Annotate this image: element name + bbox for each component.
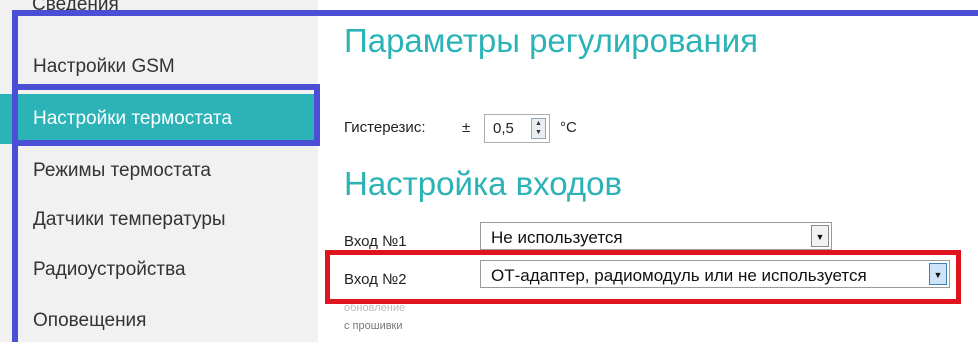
footnote-line2: с прошивки bbox=[344, 320, 403, 332]
sidebar-item-radio-devices[interactable]: Радиоустройства bbox=[0, 245, 318, 295]
input1-selected-value: Не используется bbox=[491, 228, 623, 247]
hysteresis-label: Гистерезис: bbox=[344, 119, 426, 136]
sidebar-item-label: Датчики температуры bbox=[33, 209, 226, 230]
input1-select[interactable]: Не используется ▼ bbox=[480, 222, 832, 250]
hysteresis-value[interactable]: 0,5 bbox=[493, 120, 514, 137]
section-title-regulation: Параметры регулирования bbox=[344, 22, 759, 59]
input2-label: Вход №2 bbox=[344, 271, 407, 288]
plus-minus-sign: ± bbox=[462, 119, 471, 136]
sidebar-item-label: Настройки GSM bbox=[33, 56, 175, 77]
input2-selected-value: ОТ-адаптер, радиомодуль или не используе… bbox=[491, 266, 867, 285]
sidebar-item-thermostat-settings[interactable]: Настройки термостата bbox=[0, 94, 318, 144]
hysteresis-stepper[interactable]: 0,5 ▲ ▼ bbox=[484, 114, 550, 143]
chevron-down-icon[interactable]: ▼ bbox=[811, 225, 829, 247]
sidebar-item-label: Режимы термостата bbox=[33, 160, 211, 181]
stepper-down-icon[interactable]: ▼ bbox=[532, 128, 545, 137]
highlight-frame-top bbox=[12, 10, 978, 16]
sidebar-item-label: Радиоустройства bbox=[33, 259, 186, 280]
hysteresis-unit: °С bbox=[560, 119, 577, 136]
stepper-buttons[interactable]: ▲ ▼ bbox=[531, 118, 546, 139]
sidebar: Сведения Настройки GSM Настройки термост… bbox=[0, 0, 318, 342]
sidebar-item-thermostat-modes[interactable]: Режимы термостата bbox=[0, 146, 318, 196]
sidebar-item-notifications[interactable]: Оповещения bbox=[0, 296, 318, 346]
highlight-frame-left bbox=[12, 10, 18, 342]
chevron-down-icon[interactable]: ▼ bbox=[929, 263, 947, 285]
footnote-line1: обновление bbox=[344, 302, 406, 314]
sidebar-item-temperature-sensors[interactable]: Датчики температуры bbox=[0, 195, 318, 245]
sidebar-item-label: Настройки термостата bbox=[33, 108, 232, 129]
stepper-up-icon[interactable]: ▲ bbox=[532, 119, 545, 128]
sidebar-item-gsm[interactable]: Настройки GSM bbox=[0, 42, 318, 92]
input2-select[interactable]: ОТ-адаптер, радиомодуль или не используе… bbox=[480, 260, 950, 288]
sidebar-item-label: Оповещения bbox=[33, 310, 147, 331]
section-title-inputs: Настройка входов bbox=[344, 165, 623, 202]
input1-label: Вход №1 bbox=[344, 233, 407, 250]
